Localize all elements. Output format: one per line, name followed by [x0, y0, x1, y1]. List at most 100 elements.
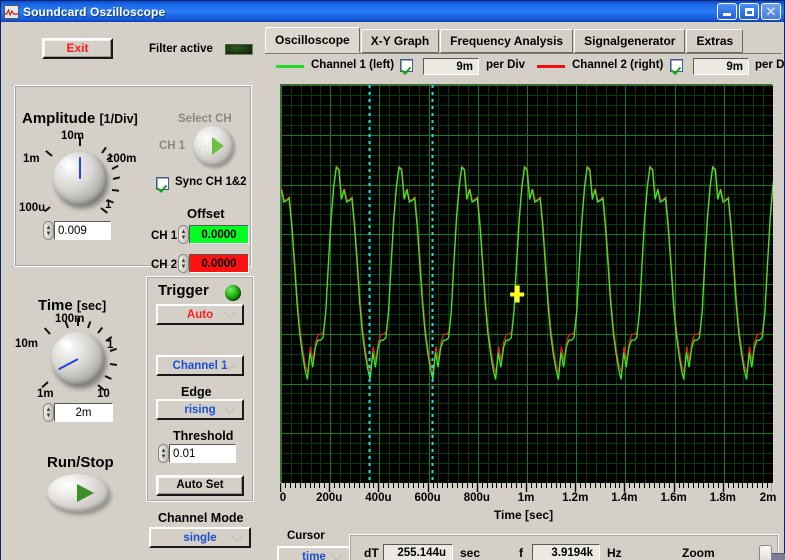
tab-frequency-analysis[interactable]: Frequency Analysis: [440, 29, 573, 53]
time-title-text: Time: [38, 297, 73, 314]
maximize-icon[interactable]: [739, 3, 759, 20]
time-knob[interactable]: [51, 332, 105, 386]
filter-active-led: [225, 44, 253, 55]
title-bar: Soundcard Oszilloscope ✕: [1, 1, 784, 22]
amplitude-title-text: Amplitude: [22, 110, 95, 127]
window-controls: ✕: [717, 3, 782, 20]
offset-ch1-arrows[interactable]: ▲▼: [178, 225, 189, 244]
exit-button[interactable]: Exit: [42, 38, 113, 59]
amplitude-tick-100u: 100u: [19, 202, 45, 214]
sync-ch-checkbox[interactable]: [156, 177, 169, 190]
amplitude-tick-1m: 1m: [23, 153, 40, 165]
amplitude-stepper-arrows[interactable]: ▲▼: [43, 221, 54, 240]
x-tick-label-10: 2m: [760, 492, 777, 504]
channel-1-enable-checkbox[interactable]: [400, 59, 413, 72]
time-stepper-arrows[interactable]: ▲▼: [43, 403, 54, 422]
dt-unit-label: sec: [460, 546, 480, 560]
dt-label: dT: [364, 546, 379, 560]
channel-1-color-swatch: [276, 65, 304, 68]
threshold-stepper-arrows[interactable]: ▲▼: [158, 444, 169, 463]
close-icon[interactable]: ✕: [761, 3, 781, 20]
trigger-mode-value: Auto: [187, 309, 213, 321]
offset-ch2-arrows[interactable]: ▲▼: [178, 254, 189, 273]
select-ch-label: Select CH: [178, 113, 232, 125]
tab-oscilloscope[interactable]: Oscilloscope: [265, 27, 360, 53]
channel-mode-value: single: [183, 532, 216, 544]
zoom-slider[interactable]: [759, 553, 785, 560]
trigger-source-value: Channel 1: [173, 360, 228, 372]
f-value-field: 3.9194k: [532, 544, 600, 560]
chevron-down-icon: [231, 535, 243, 542]
time-tick-1: 1: [107, 339, 113, 351]
x-tick-label-4: 800u: [464, 492, 490, 504]
minimize-icon[interactable]: [717, 3, 737, 20]
tab-strip: Oscilloscope X-Y Graph Frequency Analysi…: [265, 28, 782, 54]
cursor-section-label: Cursor: [287, 530, 325, 542]
time-tick-10m: 10m: [15, 338, 38, 350]
offset-ch1-field[interactable]: 0.0000: [189, 225, 249, 244]
run-stop-label: Run/Stop: [47, 454, 114, 471]
oscilloscope-plot[interactable]: [280, 84, 772, 482]
x-tick-label-1: 200u: [316, 492, 342, 504]
offset-ch2-field[interactable]: 0.0000: [189, 254, 249, 273]
time-tick-100m: 100m: [55, 313, 84, 325]
chevron-down-icon: [331, 554, 343, 560]
time-value-field[interactable]: 2m: [54, 403, 113, 422]
time-value-stepper[interactable]: ▲▼ 2m: [43, 403, 113, 422]
tab-signalgenerator[interactable]: Signalgenerator: [574, 29, 685, 53]
trigger-threshold-field[interactable]: 0.01: [169, 444, 236, 463]
trigger-threshold-stepper[interactable]: ▲▼ 0.01: [158, 444, 236, 463]
amplitude-tick-10m: 10m: [61, 130, 84, 142]
x-tick-label-2: 400u: [365, 492, 391, 504]
trigger-edge-dropdown[interactable]: rising: [156, 399, 244, 420]
channel-1-per-div-label: per Div: [486, 59, 525, 71]
channel-mode-dropdown[interactable]: single: [149, 527, 251, 548]
amplitude-tick-100m: 100m: [107, 153, 136, 165]
amplitude-title: Amplitude [1/Div]: [22, 110, 138, 127]
x-tick-label-9: 1.8m: [710, 492, 736, 504]
trigger-source-dropdown[interactable]: Channel 1: [156, 355, 244, 376]
channel-1-label: Channel 1 (left): [311, 59, 394, 71]
channel-2-enable-checkbox[interactable]: [670, 59, 683, 72]
channel-1-per-div-field[interactable]: 9m: [423, 58, 479, 75]
channel-2-label: Channel 2 (right): [572, 59, 663, 71]
time-title: Time [sec]: [38, 297, 106, 314]
amplitude-units: [1/Div]: [100, 112, 138, 126]
run-stop-button[interactable]: [47, 474, 109, 512]
auto-set-button[interactable]: Auto Set: [156, 475, 244, 496]
trigger-edge-value: rising: [184, 404, 215, 416]
trigger-mode-dropdown[interactable]: Auto: [156, 304, 244, 325]
chevron-down-icon: [224, 363, 236, 370]
chevron-down-icon: [224, 407, 236, 414]
offset-ch1-stepper[interactable]: ▲▼ 0.0000: [178, 225, 249, 244]
dt-value-field: 255.144u: [383, 544, 453, 560]
zoom-slider-thumb[interactable]: [759, 545, 772, 560]
x-axis-title: Time [sec]: [263, 508, 784, 522]
tab-xy-graph[interactable]: X-Y Graph: [361, 29, 439, 53]
amplitude-knob[interactable]: [53, 152, 107, 206]
cursor-mode-dropdown[interactable]: time: [277, 546, 351, 560]
window-title: Soundcard Oszilloscope: [23, 5, 165, 19]
offset-title: Offset: [187, 206, 225, 221]
cursor-mode-value: time: [302, 551, 326, 560]
trigger-threshold-label: Threshold: [173, 429, 233, 443]
amplitude-value-stepper[interactable]: ▲▼ 0.009: [43, 221, 111, 240]
time-tick-10: 10: [97, 388, 110, 400]
trigger-led: [225, 285, 241, 301]
amplitude-value-field[interactable]: 0.009: [54, 221, 111, 240]
channel-2-per-div-field[interactable]: 9m: [693, 58, 749, 75]
offset-ch2-stepper[interactable]: ▲▼ 0.0000: [178, 254, 249, 273]
tab-extras[interactable]: Extras: [686, 29, 743, 53]
amplitude-tick-1: 1: [105, 199, 111, 211]
play-triangle-icon: [212, 137, 224, 155]
channel-2-per-div-label: per Div: [755, 59, 785, 71]
chevron-down-icon: [224, 312, 236, 319]
scope-area: Oscilloscope X-Y Graph Frequency Analysi…: [263, 22, 784, 560]
waveform-icon: [4, 5, 19, 19]
x-tick-label-5: 1m: [518, 492, 535, 504]
x-axis-tick-labels: 0200u400u600u800u1m1.2m1.4m1.6m1.8m2m: [263, 492, 784, 508]
channel-bar: Channel 1 (left) 9m per Div Channel 2 (r…: [265, 56, 782, 78]
select-ch-button[interactable]: [193, 126, 233, 166]
oscilloscope-window: Soundcard Oszilloscope ✕ Exit Filter act…: [0, 0, 785, 560]
offset-ch2-label: CH 2: [151, 259, 177, 271]
